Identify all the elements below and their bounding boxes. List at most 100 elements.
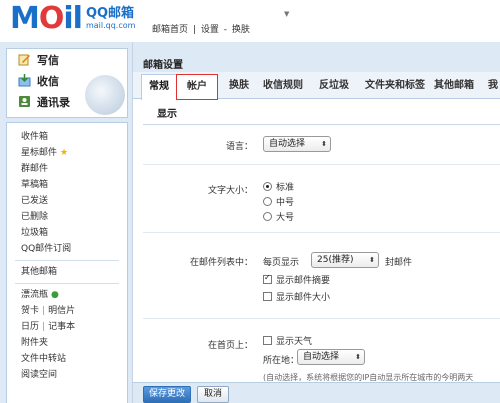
- app-separator: |: [42, 306, 46, 316]
- tab-account[interactable]: 帐户: [176, 74, 218, 100]
- row-divider: [143, 232, 500, 233]
- logo-wordmark: MOil: [10, 1, 83, 36]
- bottle-icon: ●: [51, 290, 59, 300]
- app-row-calendar: 日历 | 记事本: [7, 319, 127, 335]
- left-sidebar: 写信 收信 通讯录 收件箱 星标邮件 ★ 群邮件 草稿箱 已发送 已删除 垃圾箱 …: [0, 42, 132, 403]
- logo-qq-text: QQ邮箱: [85, 6, 135, 21]
- app-drift-bottle[interactable]: 漂流瓶 ●: [7, 287, 127, 303]
- dropdown-arrow-icon[interactable]: ▼: [284, 10, 289, 18]
- folder-spam[interactable]: 垃圾箱: [7, 225, 127, 241]
- logo-domain: mail.qq.com: [85, 21, 136, 30]
- location-select[interactable]: 自动选择 ⬍: [297, 349, 365, 365]
- language-select[interactable]: 自动选择 ⬍: [263, 136, 331, 152]
- font-size-large-option[interactable]: 大号: [263, 209, 294, 223]
- tab-folders-labels[interactable]: 文件夹和标签: [357, 74, 433, 98]
- language-value: 自动选择: [269, 139, 306, 149]
- per-page-value: 25(推荐): [317, 255, 354, 265]
- contacts-label: 通讯录: [37, 95, 70, 109]
- compose-button[interactable]: 写信: [7, 49, 127, 70]
- save-button[interactable]: 保存更改: [143, 386, 191, 403]
- contacts-icon: [17, 95, 31, 109]
- tab-other-mailboxes[interactable]: 其他邮箱: [429, 74, 479, 98]
- pencil-icon: [17, 53, 31, 67]
- font-size-label: 文字大小：: [207, 186, 253, 196]
- location-label: 所在地：: [263, 356, 300, 366]
- app-greeting-card[interactable]: 贺卡: [21, 306, 39, 316]
- settings-link[interactable]: 设置: [201, 25, 219, 35]
- app-attachments[interactable]: 附件夹: [7, 335, 127, 351]
- show-summary-option[interactable]: 显示邮件摘要: [263, 272, 330, 286]
- folder-drafts[interactable]: 草稿箱: [7, 177, 127, 193]
- folder-divider: [15, 283, 119, 284]
- row-divider: [143, 164, 500, 165]
- folder-starred[interactable]: 星标邮件 ★: [7, 145, 127, 161]
- app-label: 漂流瓶: [21, 290, 49, 300]
- tab-skin[interactable]: 换肤: [221, 74, 257, 98]
- mail-list-label: 在邮件列表中：: [189, 258, 253, 268]
- radio-label: 标准: [276, 182, 295, 193]
- folder-label: 星标邮件: [21, 148, 58, 158]
- tab-anti-spam[interactable]: 反垃圾: [309, 74, 359, 98]
- section-divider: [143, 124, 500, 125]
- row-divider: [143, 318, 500, 319]
- checkbox-label: 显示天气: [276, 336, 313, 347]
- top-header: MOil QQ邮箱 mail.qq.com 邮箱首页 | 设置 - 换肤 ▼: [0, 0, 500, 42]
- language-label: 语言：: [225, 142, 253, 152]
- font-size-medium-option[interactable]: 中号: [263, 194, 294, 208]
- folder-other-mailboxes[interactable]: 其他邮箱: [7, 264, 127, 280]
- page-title: 邮箱设置: [143, 60, 183, 71]
- folder-list: 收件箱 星标邮件 ★ 群邮件 草稿箱 已发送 已删除 垃圾箱 QQ邮件订阅 其他邮…: [6, 122, 128, 403]
- app-notes[interactable]: 记事本: [48, 322, 75, 332]
- homepage-label: 在首页上：: [207, 341, 253, 351]
- checkbox[interactable]: [263, 291, 272, 301]
- receive-label: 收信: [37, 74, 59, 88]
- per-page-select[interactable]: 25(推荐) ⬍: [311, 252, 379, 268]
- radio-label: 大号: [276, 212, 295, 223]
- select-arrow-icon: ⬍: [321, 140, 327, 148]
- cancel-button[interactable]: 取消: [197, 386, 229, 403]
- radio-label: 中号: [276, 197, 295, 208]
- tab-mail-rules[interactable]: 收信规则: [253, 74, 313, 98]
- section-display-title: 显示: [157, 109, 177, 120]
- tab-more[interactable]: 我: [485, 74, 500, 98]
- app-postcard[interactable]: 明信片: [48, 306, 75, 316]
- link-separator: -: [223, 25, 227, 35]
- tab-general[interactable]: 常规: [141, 74, 177, 100]
- folder-divider: [15, 260, 119, 261]
- radio-button[interactable]: [263, 196, 272, 206]
- folder-sent[interactable]: 已发送: [7, 193, 127, 209]
- show-weather-option[interactable]: 显示天气: [263, 333, 312, 347]
- compose-label: 写信: [37, 53, 59, 67]
- app-reading-space[interactable]: 阅读空间: [7, 367, 127, 383]
- folder-group[interactable]: 群邮件: [7, 161, 127, 177]
- folder-deleted[interactable]: 已删除: [7, 209, 127, 225]
- location-value: 自动选择: [303, 352, 340, 362]
- checkbox-label: 显示邮件大小: [276, 292, 331, 303]
- font-size-standard-option[interactable]: 标准: [263, 179, 294, 193]
- star-icon: ★: [60, 148, 69, 158]
- select-arrow-icon: ⬍: [369, 256, 375, 264]
- app-file-transfer[interactable]: 文件中转站: [7, 351, 127, 367]
- settings-tabs: 常规 帐户 换肤 收信规则 反垃圾 文件夹和标签 其他邮箱 我: [133, 72, 500, 100]
- folder-subscriptions[interactable]: QQ邮件订阅: [7, 241, 127, 257]
- title-strip: 邮箱设置: [133, 42, 500, 72]
- top-links: 邮箱首页 | 设置 - 换肤: [152, 22, 252, 35]
- quick-actions: 写信 收信 通讯录: [6, 48, 128, 118]
- app-calendar[interactable]: 日历: [21, 322, 39, 332]
- select-arrow-icon: ⬍: [355, 353, 361, 361]
- skin-link[interactable]: 换肤: [232, 25, 250, 35]
- inbox-icon: [17, 74, 31, 88]
- radio-button[interactable]: [263, 181, 272, 191]
- decorative-circle: [85, 75, 125, 115]
- checkbox[interactable]: [263, 335, 272, 345]
- footer-bar: 保存更改 取消: [133, 382, 500, 403]
- checkbox[interactable]: [263, 273, 272, 284]
- qq-mail-logo[interactable]: MOil QQ邮箱 mail.qq.com: [10, 3, 135, 35]
- folder-inbox[interactable]: 收件箱: [7, 129, 127, 145]
- radio-button[interactable]: [263, 211, 272, 221]
- link-separator: |: [192, 25, 196, 35]
- settings-panel: 邮箱设置 常规 帐户 换肤 收信规则 反垃圾 文件夹和标签 其他邮箱 我 显示 …: [132, 42, 500, 403]
- home-link[interactable]: 邮箱首页: [152, 25, 188, 35]
- show-size-option[interactable]: 显示邮件大小: [263, 289, 330, 303]
- app-separator: |: [42, 322, 46, 332]
